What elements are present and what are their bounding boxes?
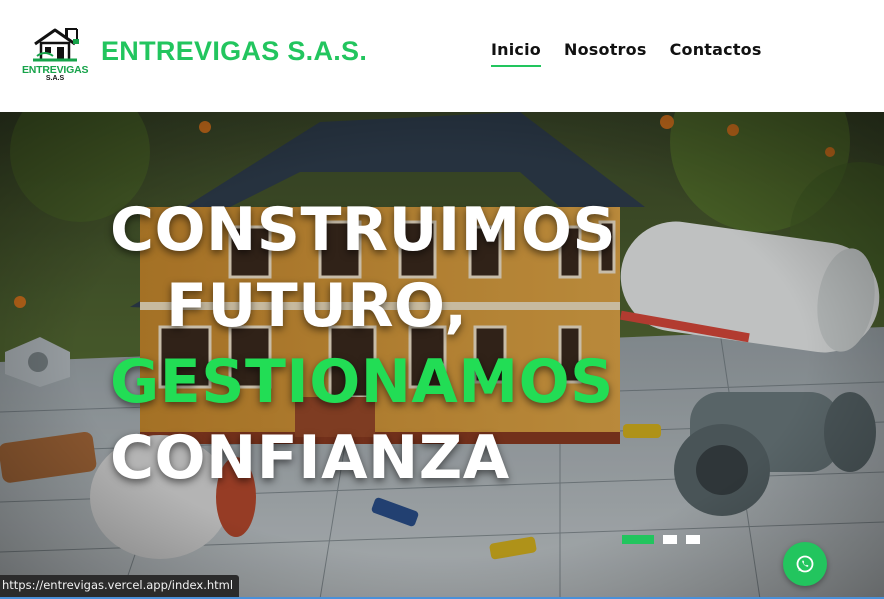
hero-line-3-highlight: GESTIONAMOS xyxy=(110,347,614,417)
hero-line-4: CONFIANZA xyxy=(110,423,510,493)
hero-carousel: CONSTRUIMOS FUTURO, GESTIONAMOS CONFIANZ… xyxy=(0,112,884,599)
status-bar-url: https://entrevigas.vercel.app/index.html xyxy=(0,575,240,597)
house-logo-icon xyxy=(33,28,79,62)
whatsapp-button[interactable] xyxy=(783,542,827,586)
nav-link-contactos[interactable]: Contactos xyxy=(670,40,762,67)
whatsapp-icon xyxy=(796,555,814,573)
brand-name[interactable]: ENTREVIGAS S.A.S. xyxy=(101,36,367,67)
site-header: ENTREVIGAS S.A.S ENTREVIGAS S.A.S. Inici… xyxy=(0,0,884,112)
carousel-dot-1[interactable] xyxy=(622,535,654,544)
hero-title: CONSTRUIMOS FUTURO, GESTIONAMOS CONFIANZ… xyxy=(110,192,616,496)
hero-line-1: CONSTRUIMOS xyxy=(110,195,617,265)
carousel-dot-3[interactable] xyxy=(686,535,700,544)
site-logo[interactable]: ENTREVIGAS S.A.S xyxy=(22,26,88,84)
nav-link-nosotros[interactable]: Nosotros xyxy=(564,40,647,67)
logo-subtitle: S.A.S xyxy=(45,75,65,82)
nav-link-inicio[interactable]: Inicio xyxy=(491,40,541,67)
carousel-dot-2[interactable] xyxy=(663,535,677,544)
hero-line-2: FUTURO, xyxy=(166,271,468,341)
carousel-indicators xyxy=(622,535,700,544)
main-nav: Inicio Nosotros Contactos xyxy=(491,40,762,67)
